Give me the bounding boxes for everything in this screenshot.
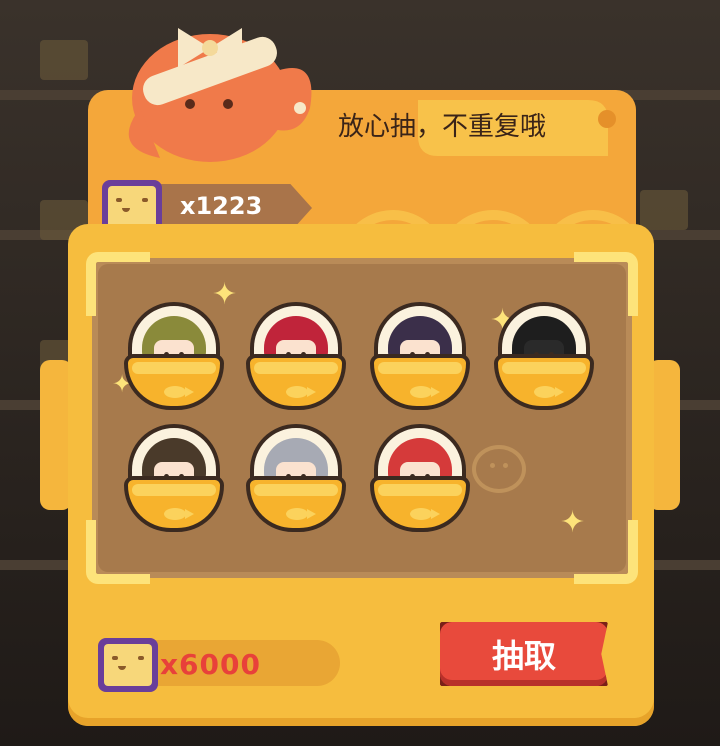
background-box — [640, 190, 688, 230]
character-capsule[interactable] — [124, 302, 224, 412]
fish-icon — [410, 508, 440, 520]
fish-icon — [164, 386, 194, 398]
banner-dot — [598, 110, 616, 128]
character-capsule[interactable] — [494, 302, 594, 412]
character-capsule[interactable] — [246, 302, 346, 412]
character-capsule[interactable] — [246, 424, 346, 534]
draw-button[interactable]: 抽取 — [440, 622, 608, 686]
octopus-mascot — [128, 28, 312, 162]
draw-cost: x6000 — [160, 648, 261, 681]
sparkle-icon: ✦ — [560, 505, 586, 540]
character-capsule[interactable] — [370, 424, 470, 534]
fish-icon — [410, 386, 440, 398]
currency-count: x1223 — [180, 192, 263, 220]
background-box — [40, 40, 88, 80]
fish-icon — [286, 508, 316, 520]
character-capsule[interactable] — [124, 424, 224, 534]
banner-text: 放心抽，不重复哦 — [338, 112, 547, 142]
fish-icon — [534, 386, 564, 398]
empty-slot-bun-icon — [472, 445, 526, 493]
ticket-icon — [98, 638, 158, 692]
fish-icon — [286, 386, 316, 398]
character-capsule[interactable] — [370, 302, 470, 412]
fish-icon — [164, 508, 194, 520]
